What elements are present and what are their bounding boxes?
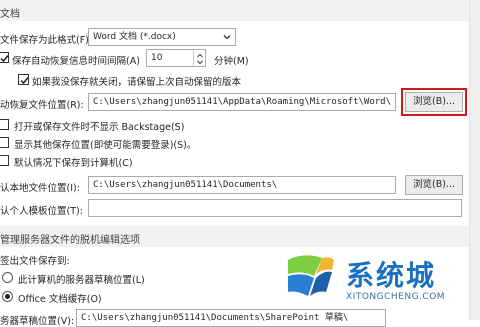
- radio-server-drafts[interactable]: [2, 272, 13, 283]
- no-backstage-label: 打开或保存文件时不显示 Backstage(S): [14, 122, 185, 133]
- show-extra-places-label: 显示其他保存位置(即使可能需要登录)(S)。: [14, 140, 197, 151]
- minutes-unit-label: 分钟(M): [214, 56, 249, 67]
- section-header-save: [0, 0, 480, 21]
- save-format-dropdown[interactable]: Word 文档 (*.docx): [88, 28, 236, 46]
- default-computer-label: 默认情况下保存到计算机(C): [14, 158, 133, 169]
- no-backstage-checkbox[interactable]: [0, 119, 9, 130]
- autorecover-minutes-value: 10: [151, 53, 163, 63]
- radio-selected-dot: [5, 294, 10, 299]
- watermark-brand: 系统城: [346, 259, 437, 292]
- checkout-label: 签出文件保存到:: [0, 256, 70, 267]
- section-title-save: 文档: [0, 9, 20, 20]
- show-extra-places-checkbox[interactable]: [0, 137, 9, 148]
- browse-local-button[interactable]: 浏览(B)...: [405, 175, 463, 195]
- radio-office-cache-label: Office 文档缓存(O): [18, 294, 102, 305]
- autorecover-label: 保存自动恢复信息时间间隔(A): [12, 56, 140, 67]
- server-drafts-input[interactable]: C:\Users\zhangjun051141\Documents\ShareP…: [76, 309, 386, 327]
- autorecover-location-input[interactable]: C:\Users\zhangjun051141\AppData\Roaming\…: [88, 93, 396, 111]
- keep-last-version-checkbox[interactable]: [18, 74, 29, 85]
- personal-templates-label: 认个人模板位置(T):: [0, 206, 83, 217]
- radio-server-drafts-label: 此计算机的服务器草稿位置(L): [18, 275, 145, 286]
- autorecover-location-label: 动恢复文件位置(R):: [0, 100, 84, 111]
- browse-autorecover-button[interactable]: 浏览(B)...: [405, 92, 463, 112]
- keep-last-version-label: 如果我没保存就关闭，请保留上次自动保留的版本: [32, 77, 242, 88]
- default-computer-checkbox[interactable]: [0, 155, 9, 166]
- personal-templates-input[interactable]: [88, 199, 462, 217]
- section-title-offline: 管理服务器文件的脱机编辑选项: [0, 235, 140, 246]
- autorecover-minutes-input[interactable]: 10: [146, 49, 206, 67]
- default-local-location-input[interactable]: C:\Users\zhangjun051141\Documents\: [88, 176, 396, 194]
- autorecover-checkbox[interactable]: [0, 52, 9, 63]
- radio-office-cache[interactable]: [2, 291, 13, 302]
- vertical-scrollbar[interactable]: [469, 0, 480, 320]
- chevron-down-icon: [221, 31, 233, 43]
- watermark-url: XITONGCHENG.COM: [346, 292, 446, 302]
- server-drafts-label: 务器草稿位置(V):: [0, 316, 75, 327]
- save-format-label: 文件保存为此格式(F):: [0, 35, 93, 46]
- minutes-stepper[interactable]: [193, 50, 205, 66]
- save-format-value: Word 文档 (*.docx): [93, 32, 176, 42]
- watermark-logo-icon: [284, 250, 336, 300]
- default-local-location-label: 认本地文件位置(I):: [0, 183, 80, 194]
